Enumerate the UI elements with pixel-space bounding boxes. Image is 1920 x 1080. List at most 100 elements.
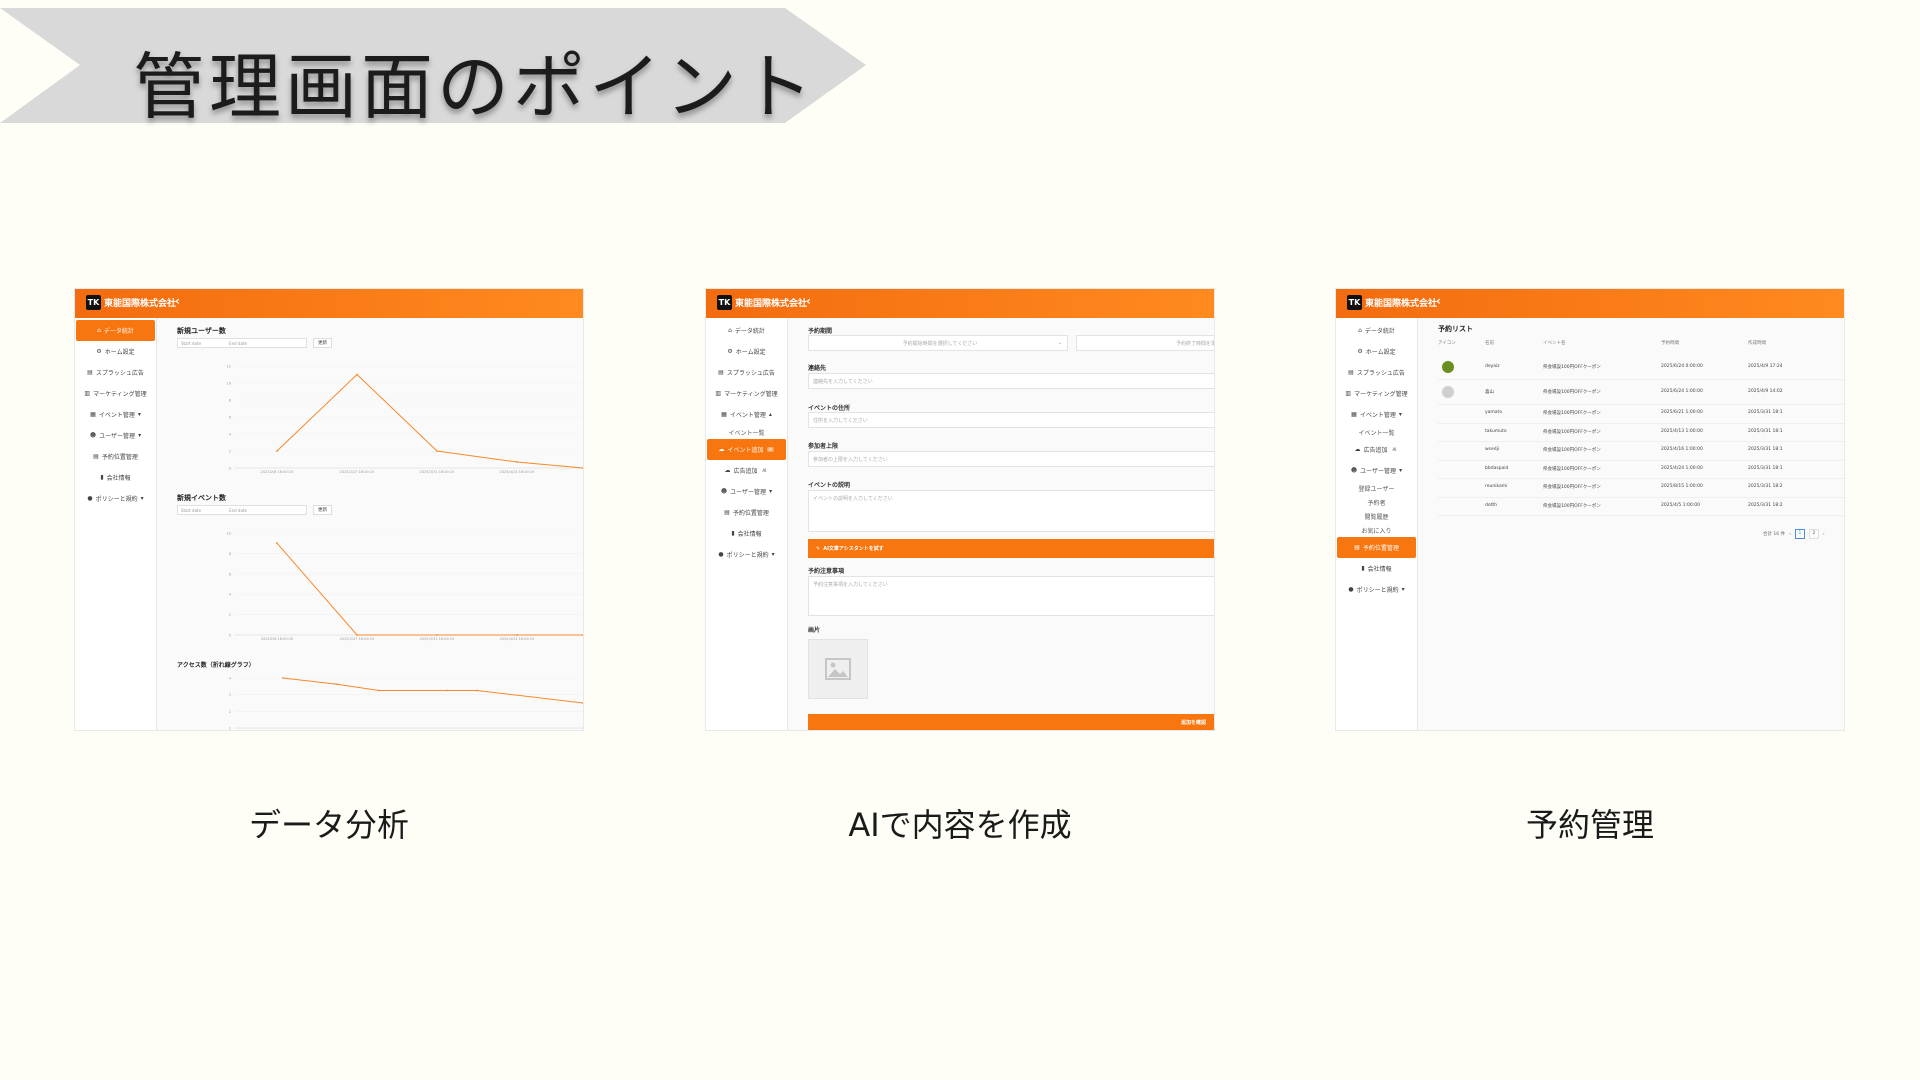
pagination-prev[interactable]: ‹: [1789, 532, 1791, 537]
pagination-total: 合計 16 件: [1763, 532, 1786, 537]
sidebar-item-label: ユーザー管理: [1360, 468, 1397, 475]
column-header[interactable]: アイコン: [1438, 340, 1456, 346]
sidebar-item-label: 予約位置管理: [101, 454, 138, 461]
line-chart-access: 4 3 2 1: [229, 677, 583, 731]
sidebar-item[interactable]: ▥ マーケティング管理: [75, 383, 156, 404]
row-divider: [1438, 404, 1844, 405]
table-cell-created: 2025/4/9 14:02: [1748, 388, 1783, 394]
chevron-left-icon[interactable]: ‹: [175, 294, 180, 308]
sidebar-item-label: 予約位置管理: [1362, 545, 1399, 552]
file-icon: ▮: [1361, 565, 1365, 572]
image-upload[interactable]: [808, 639, 868, 699]
sidebar-item[interactable]: ▦ イベント管理 ▾: [1336, 404, 1417, 425]
sidebar-item[interactable]: ☻ ユーザー管理 ▾: [75, 425, 156, 446]
sidebar-item[interactable]: ▥ マーケティング管理: [706, 383, 787, 404]
refresh-button[interactable]: 更新: [313, 338, 332, 348]
y-tick-label: 1: [229, 727, 231, 731]
address-input[interactable]: 住所を入力してください: [808, 412, 1214, 428]
description-label: イベントの説明: [808, 482, 851, 489]
sidebar-item-label: イベント一覧: [728, 429, 765, 437]
store-icon: ▥: [1345, 390, 1352, 397]
table-cell-name: yamato: [1485, 410, 1503, 416]
x-tick-label: 2025/2/27 16:00:15: [340, 637, 375, 641]
column-header[interactable]: 予約時間: [1661, 340, 1679, 346]
gear-icon: ⚙: [727, 348, 733, 355]
sidebar-item[interactable]: ▤ 予約位置管理: [706, 502, 787, 523]
sidebar-item[interactable]: ▤ スプラッシュ広告: [1336, 362, 1417, 383]
column-header[interactable]: 名前: [1485, 340, 1494, 346]
table-cell-created: 2025/3/31 18:1: [1748, 428, 1783, 434]
sidebar-item-label: イベント管理: [98, 412, 135, 419]
period-start-select[interactable]: 予約開始時間を選択してください ⌄: [808, 335, 1068, 351]
row-divider: [1438, 515, 1844, 516]
period-end-select[interactable]: 予約終了時間を選択: [1076, 335, 1214, 351]
sidebar-item[interactable]: ☁ 広告追加 AI: [1336, 439, 1417, 460]
pagination-page[interactable]: 2: [1808, 529, 1819, 539]
sidebar-item[interactable]: ☁ 広告追加 AI: [706, 460, 787, 481]
sidebar-item[interactable]: ⌂ データ統計: [706, 320, 787, 341]
sidebar-item[interactable]: ● ポリシーと規約 ▾: [75, 488, 156, 509]
pagination-page[interactable]: 1: [1794, 529, 1805, 539]
sidebar-item[interactable]: 予約者: [1336, 495, 1417, 509]
sidebar-item[interactable]: ● ポリシーと規約 ▾: [706, 544, 787, 565]
sidebar-item[interactable]: ⚙ ホーム設定: [706, 341, 787, 362]
data-point: [446, 689, 448, 692]
description-textarea[interactable]: イベントの説明を入力してください: [808, 490, 1214, 532]
sidebar-item[interactable]: ▥ マーケティング管理: [1336, 383, 1417, 404]
sidebar-item[interactable]: ▮ 会社情報: [1336, 558, 1417, 579]
column-header[interactable]: イベント名: [1543, 340, 1566, 346]
sidebar-item[interactable]: ▤ 予約位置管理: [1337, 537, 1416, 558]
sidebar-item[interactable]: ▤ スプラッシュ広告: [75, 362, 156, 383]
sidebar-item[interactable]: ☻ ユーザー管理 ▾: [706, 481, 787, 502]
capacity-input[interactable]: 参加者の上限を入力してください: [808, 451, 1214, 467]
chevron-left-icon[interactable]: ‹: [806, 294, 811, 308]
sidebar-item[interactable]: ⚙ ホーム設定: [75, 341, 156, 362]
date-range-picker[interactable]: Start date End date: [177, 338, 307, 348]
sidebar-item[interactable]: 閲覧履歴: [1336, 509, 1417, 523]
sidebar-item-label: 広告追加: [733, 468, 758, 475]
sidebar-item[interactable]: イベント一覧: [1336, 425, 1417, 439]
sidebar-item[interactable]: ▦ イベント管理 ▴: [706, 404, 787, 425]
sidebar-item[interactable]: ● ポリシーと規約 ▾: [1336, 579, 1417, 600]
sidebar-item[interactable]: ☻ ユーザー管理 ▾: [1336, 460, 1417, 481]
event-form: 予約期間 予約開始時間を選択してください ⌄ 予約終了時間を選択 連絡先 連絡先…: [788, 318, 1214, 730]
sidebar-item-label: お気に入り: [1361, 527, 1392, 535]
refresh-button[interactable]: 更新: [313, 505, 332, 515]
table-cell-name: takumuto: [1485, 428, 1507, 434]
date-range-picker[interactable]: Start date End date: [177, 505, 307, 515]
sidebar-item[interactable]: ⚙ ホーム設定: [1336, 341, 1417, 362]
sidebar-item[interactable]: お気に入り: [1336, 523, 1417, 537]
sidebar-item[interactable]: ☁ イベント追加 AI: [707, 439, 786, 460]
start-date-input[interactable]: Start date: [181, 341, 201, 346]
ai-assistant-button[interactable]: ✎ AI文章アシスタントを試す: [808, 539, 1214, 558]
confirm-add-button[interactable]: 追加を確認: [808, 714, 1214, 730]
caption-ai-content: AIで内容を作成: [848, 806, 1072, 844]
ad-icon: ▤: [718, 369, 724, 376]
sidebar-item[interactable]: ▮ 会社情報: [75, 467, 156, 488]
sidebar-item[interactable]: ▤ 予約位置管理: [75, 446, 156, 467]
end-date-input[interactable]: End date: [229, 508, 247, 513]
sidebar-item[interactable]: イベント一覧: [706, 425, 787, 439]
sidebar-item[interactable]: 登録ユーザー: [1336, 481, 1417, 495]
sidebar-item-label: スプラッシュ広告: [726, 370, 775, 377]
chevron-left-icon[interactable]: ‹: [1436, 294, 1441, 308]
table-cell-name: bbdaspaid: [1485, 465, 1509, 471]
sidebar-item[interactable]: ⌂ データ統計: [1336, 320, 1417, 341]
store-icon: ▥: [84, 390, 91, 397]
sidebar-item[interactable]: ▦ イベント管理 ▾: [75, 404, 156, 425]
x-tick-label: 2025/2/27 16:00:15: [340, 470, 375, 474]
notes-textarea[interactable]: 予約注意事項を入力してください: [808, 576, 1214, 616]
end-date-input[interactable]: End date: [229, 341, 247, 346]
sidebar-item[interactable]: ▮ 会社情報: [706, 523, 787, 544]
users-icon: ☻: [89, 432, 97, 439]
column-header[interactable]: 作成時間: [1748, 340, 1766, 346]
sidebar-item-label: データ統計: [1364, 328, 1395, 335]
sidebar-item-label: マーケティング管理: [1354, 391, 1408, 398]
sidebar-item[interactable]: ▤ スプラッシュ広告: [706, 362, 787, 383]
y-tick-label: 4: [229, 593, 232, 597]
sidebar-item[interactable]: ⌂ データ統計: [76, 320, 155, 341]
pagination-next[interactable]: ›: [1823, 532, 1825, 537]
contact-input[interactable]: 連絡先を入力してください: [808, 373, 1214, 389]
start-date-input[interactable]: Start date: [181, 508, 201, 513]
table-cell-time: 2025/4/24 1:00:00: [1661, 465, 1703, 471]
